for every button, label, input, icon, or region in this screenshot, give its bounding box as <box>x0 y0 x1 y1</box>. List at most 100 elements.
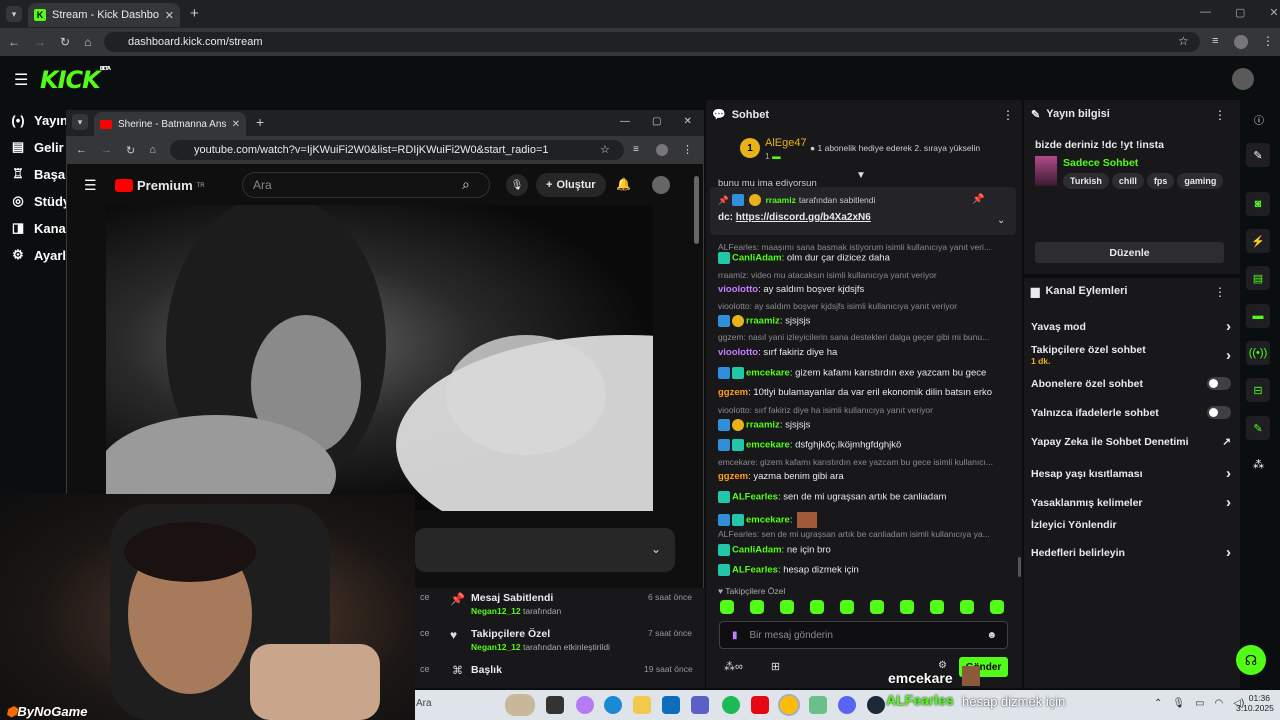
home-icon[interactable]: ⌂ <box>149 144 156 157</box>
stream-tag[interactable]: chill <box>1111 173 1144 189</box>
restore-icon[interactable]: ▢ <box>1235 6 1245 19</box>
back-icon[interactable]: ← <box>8 35 20 49</box>
external-link-icon[interactable]: ↗ <box>1222 436 1231 448</box>
channel-action-row[interactable]: Yavaş mod › <box>1031 318 1231 335</box>
chat-settings-icon[interactable]: ⁂∞ <box>724 660 743 673</box>
chat-username[interactable]: CanliAdam <box>732 253 782 264</box>
unpin-icon[interactable]: 📌 <box>972 194 984 205</box>
chat-message[interactable]: emcekare: gizem kafamı karıstırdın exe y… <box>718 367 1008 379</box>
channel-action-row[interactable]: Hesap yaşı kısıtlaması › <box>1031 465 1231 482</box>
yt-collapsed-panel[interactable]: ⌄ <box>415 528 675 572</box>
chat-username[interactable]: emcekare <box>746 515 790 526</box>
yt-address-bar[interactable]: youtube.com/watch?v=IjKWuiFi2W0&list=RDI… <box>170 140 624 160</box>
nav-item-ayarla[interactable]: ⚙ Ayarla <box>12 245 73 265</box>
reload-icon[interactable]: ↻ <box>60 35 70 49</box>
chat-scrollbar[interactable] <box>1018 557 1021 577</box>
outlook-icon[interactable] <box>662 696 680 714</box>
chat-input[interactable]: ▮ Bir mesaj gönderin ☻ <box>719 621 1008 649</box>
toggle-switch[interactable] <box>1207 406 1231 419</box>
channel-action-row[interactable]: Yapay Zeka ile Sohbet Denetimi ↗ <box>1031 436 1231 448</box>
layout-icon[interactable]: ⊟ <box>1246 378 1270 402</box>
app-icon[interactable] <box>809 696 827 714</box>
yt-tab-list-icon[interactable]: ▾ <box>72 114 88 130</box>
spotify-icon[interactable] <box>722 696 740 714</box>
chat-username[interactable]: ALFearles <box>732 565 778 576</box>
channel-action-row[interactable]: Hedefleri belirleyin › <box>1031 544 1231 561</box>
stream-info-menu-icon[interactable]: ⋮ <box>1214 108 1226 122</box>
steam-icon[interactable] <box>867 696 885 714</box>
chat-message[interactable]: ALFearles: sen de mi ugraşsan artık be c… <box>718 491 1008 503</box>
taskbar-search[interactable]: Ara <box>416 698 432 709</box>
search-icon[interactable]: ⌕ <box>462 176 470 193</box>
edit-button[interactable]: Düzenle <box>1035 242 1224 263</box>
back-icon[interactable]: ← <box>76 144 87 157</box>
kick-logo[interactable]: KICKBETA <box>40 66 111 94</box>
netflix-icon[interactable] <box>751 696 769 714</box>
emote-button[interactable] <box>870 600 884 614</box>
chat-username[interactable]: CanliAdam <box>732 545 782 556</box>
discord-icon[interactable] <box>838 696 856 714</box>
new-tab-icon[interactable]: + <box>190 5 199 22</box>
broadcast-icon[interactable]: ((•)) <box>1246 341 1270 365</box>
forward-icon[interactable]: → <box>34 35 46 49</box>
chevron-right-icon[interactable]: › <box>1226 318 1231 335</box>
mic-icon[interactable]: 🎙 <box>506 174 528 196</box>
edge-icon[interactable] <box>604 696 622 714</box>
close-window-icon[interactable]: ✕ <box>683 116 691 127</box>
restore-icon[interactable]: ▢ <box>652 116 661 127</box>
emote-button[interactable] <box>930 600 944 614</box>
chat-message[interactable]: vioolotto: sırf fakiriz diye ha <box>718 347 1008 358</box>
chat-username[interactable]: ALFearles <box>732 492 778 503</box>
chat-username[interactable]: emcekare <box>746 368 790 379</box>
chrome-icon[interactable] <box>778 694 800 716</box>
info-icon[interactable]: ⓘ <box>1254 112 1264 127</box>
emoji-icon[interactable]: ☻ <box>986 630 997 641</box>
browser-menu-icon[interactable]: ⋮ <box>1262 34 1274 48</box>
chat-username[interactable]: ggzem <box>718 387 748 398</box>
chevron-right-icon[interactable]: › <box>1226 465 1231 482</box>
yt-new-tab-icon[interactable]: + <box>256 114 264 130</box>
lightning-icon[interactable]: ⚡ <box>1246 229 1270 253</box>
gift-icon[interactable]: ⊞ <box>771 660 780 673</box>
emote-button[interactable] <box>840 600 854 614</box>
stream-tag[interactable]: Turkish <box>1063 173 1109 189</box>
pinned-link[interactable]: https://discord.gg/b4Xa2xN6 <box>736 212 871 223</box>
tab-search-icon[interactable]: ≡ <box>633 144 639 155</box>
chevron-right-icon[interactable]: › <box>1226 544 1231 561</box>
chat-message[interactable]: vioolotto: ay saldım boşver kjdsjfs <box>718 284 1008 295</box>
close-tab-icon[interactable]: ✕ <box>232 119 240 130</box>
hamburger-menu-icon[interactable]: ☰ <box>14 70 28 90</box>
chat-message[interactable]: rraamiz: sjsjsjs <box>718 419 1008 431</box>
emote-button[interactable] <box>780 600 794 614</box>
tab-list-icon[interactable]: ▾ <box>6 6 22 22</box>
nav-item-kanal[interactable]: ◨ Kanal <box>12 218 70 238</box>
minimize-icon[interactable]: — <box>1200 6 1211 19</box>
channel-action-row[interactable]: Takipçilere özel sohbet 1 dk. › <box>1031 344 1231 366</box>
chat-username[interactable]: vioolotto <box>718 347 758 358</box>
chat-message[interactable]: rraamiz: sjsjsjs <box>718 315 1008 327</box>
address-bar[interactable]: dashboard.kick.com/stream <box>104 32 1200 52</box>
close-window-icon[interactable]: ✕ <box>1269 6 1278 19</box>
chat-username[interactable]: emcekare <box>746 440 790 451</box>
wifi-icon[interactable]: ◠ <box>1215 698 1224 709</box>
copilot-icon[interactable] <box>576 696 594 714</box>
stream-tag[interactable]: fps <box>1146 173 1175 189</box>
nav-item-gelir[interactable]: ▤ Gelir <box>12 137 64 157</box>
browser-menu-icon[interactable]: ⋮ <box>682 143 693 156</box>
video-player[interactable] <box>106 205 653 511</box>
forward-icon[interactable]: → <box>101 144 112 157</box>
yt-menu-icon[interactable]: ☰ <box>84 177 97 194</box>
clipboard-icon[interactable]: ▤ <box>1246 266 1270 290</box>
yt-avatar[interactable] <box>652 176 670 194</box>
teams-icon[interactable] <box>691 696 709 714</box>
chat-bubble-icon[interactable]: ▬ <box>1246 304 1270 328</box>
toggle-switch[interactable] <box>1207 377 1231 390</box>
chevron-right-icon[interactable]: › <box>1226 494 1231 511</box>
camera-icon[interactable]: ◙ <box>1246 192 1270 216</box>
display-icon[interactable]: ▭ <box>1195 698 1204 709</box>
channel-action-row[interactable]: İzleyici Yönlendir <box>1031 519 1231 531</box>
chat-username[interactable]: rraamiz <box>746 316 780 327</box>
nav-item-yayin[interactable]: (•) Yayın <box>11 110 68 130</box>
chat-username[interactable]: vioolotto <box>718 284 758 295</box>
pencil-icon[interactable]: ✎ <box>1246 143 1270 167</box>
